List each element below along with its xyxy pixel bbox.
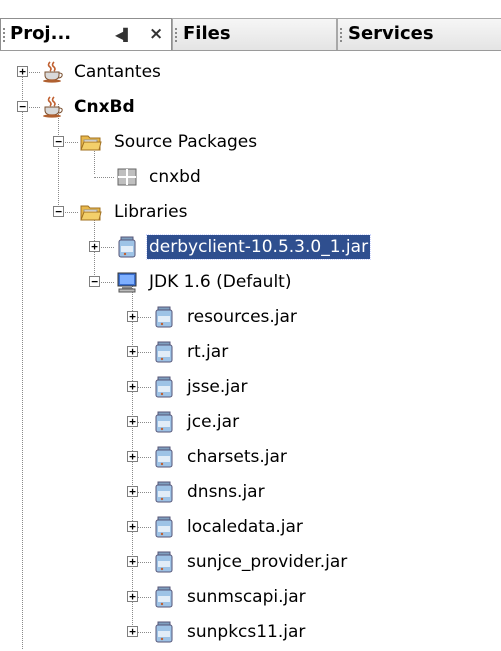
tree-node-jce-jar[interactable]: + jce.jar	[0, 405, 501, 440]
jar-icon	[116, 236, 138, 258]
tab-projects-label: Proj...	[10, 23, 72, 44]
expand-toggle[interactable]: +	[127, 626, 138, 637]
drag-grip[interactable]	[340, 28, 342, 42]
project-tree: + Cantantes − CnxBd − Source Packages cnxb…	[0, 52, 501, 651]
tree-node-sunjce-provider-jar[interactable]: + sunjce_provider.jar	[0, 545, 501, 580]
tree-node-label[interactable]: derbyclient-10.5.3.0_1.jar	[145, 234, 372, 260]
tree-node-label[interactable]: Libraries	[112, 200, 189, 224]
collapse-toggle[interactable]: −	[89, 276, 100, 287]
tab-services[interactable]: Services	[337, 18, 501, 50]
jar-icon	[153, 481, 175, 503]
expand-toggle[interactable]: +	[127, 591, 138, 602]
expand-toggle[interactable]: +	[127, 556, 138, 567]
collapse-toggle[interactable]: −	[53, 206, 64, 217]
collapse-toggle[interactable]: −	[17, 101, 28, 112]
jar-icon	[153, 551, 175, 573]
tree-guide-horizontal	[94, 177, 114, 178]
drag-grip[interactable]	[3, 28, 5, 42]
tree-node-charsets-jar[interactable]: + charsets.jar	[0, 440, 501, 475]
expand-toggle[interactable]: +	[127, 381, 138, 392]
expand-toggle[interactable]: +	[127, 451, 138, 462]
tree-node-label[interactable]: charsets.jar	[185, 445, 289, 469]
tree-node-label[interactable]: CnxBd	[72, 95, 137, 119]
minimize-window-button[interactable]: ◀▌	[115, 20, 132, 50]
jar-icon	[153, 621, 175, 643]
collapse-toggle[interactable]: −	[53, 136, 64, 147]
jar-icon	[153, 306, 175, 328]
tree-node-label[interactable]: sunjce_provider.jar	[185, 550, 349, 574]
tree-node-label[interactable]: Source Packages	[112, 130, 259, 154]
tree-node-label[interactable]: rt.jar	[185, 340, 230, 364]
tab-files[interactable]: Files	[172, 18, 337, 50]
tree-node-rt-jar[interactable]: + rt.jar	[0, 335, 501, 370]
tree-node-label[interactable]: cnxbd	[147, 165, 203, 189]
tree-node-label[interactable]: jce.jar	[185, 410, 241, 434]
tree-node-source-packages[interactable]: − Source Packages	[0, 125, 501, 160]
tab-services-label: Services	[348, 23, 434, 44]
expand-toggle[interactable]: +	[127, 346, 138, 357]
jar-icon	[153, 411, 175, 433]
expand-toggle[interactable]: +	[17, 66, 28, 77]
tree-node-localedata-jar[interactable]: + localedata.jar	[0, 510, 501, 545]
coffee-cup-icon	[42, 61, 64, 83]
tree-node-libraries[interactable]: − Libraries	[0, 195, 501, 230]
tab-bar: Proj... ◀▌ × Files Services	[0, 0, 501, 51]
tree-node-sunmscapi-jar[interactable]: + sunmscapi.jar	[0, 580, 501, 615]
jar-icon	[153, 516, 175, 538]
tree-node-derbyclient-10-5-3-0-1-jar[interactable]: + derbyclient-10.5.3.0_1.jar	[0, 230, 501, 265]
jar-icon	[153, 376, 175, 398]
tree-node-cnxbd[interactable]: − CnxBd	[0, 90, 501, 125]
tree-node-sunpkcs11-jar[interactable]: + sunpkcs11.jar	[0, 615, 501, 650]
close-tab-button[interactable]: ×	[149, 19, 163, 49]
tree-node-label[interactable]: Cantantes	[72, 60, 163, 84]
expand-toggle[interactable]: +	[127, 521, 138, 532]
tree-node-dnsns-jar[interactable]: + dnsns.jar	[0, 475, 501, 510]
tree-node-cantantes[interactable]: + Cantantes	[0, 55, 501, 90]
jar-icon	[153, 446, 175, 468]
tree-node-label[interactable]: JDK 1.6 (Default)	[147, 270, 293, 294]
tree-node-cnxbd[interactable]: cnxbd	[0, 160, 501, 195]
expand-toggle[interactable]: +	[127, 486, 138, 497]
tree-node-label[interactable]: localedata.jar	[185, 515, 305, 539]
tree-node-jdk-1-6-default[interactable]: − JDK 1.6 (Default)	[0, 265, 501, 300]
jar-icon	[153, 586, 175, 608]
tree-node-label[interactable]: sunpkcs11.jar	[185, 620, 307, 644]
tree-node-label[interactable]: dnsns.jar	[185, 480, 267, 504]
tab-projects[interactable]: Proj... ◀▌ ×	[0, 18, 172, 50]
coffee-cup-icon	[42, 96, 64, 118]
computer-icon	[116, 271, 138, 293]
expand-toggle[interactable]: +	[89, 241, 100, 252]
folder-icon	[80, 131, 102, 153]
expand-toggle[interactable]: +	[127, 311, 138, 322]
tree-node-label[interactable]: sunmscapi.jar	[185, 585, 308, 609]
tree-node-jsse-jar[interactable]: + jsse.jar	[0, 370, 501, 405]
jar-icon	[153, 341, 175, 363]
tab-files-label: Files	[183, 23, 231, 44]
folder-icon	[80, 201, 102, 223]
expand-toggle[interactable]: +	[127, 416, 138, 427]
tree-node-resources-jar[interactable]: + resources.jar	[0, 300, 501, 335]
drag-grip[interactable]	[175, 28, 177, 42]
tree-node-label[interactable]: jsse.jar	[185, 375, 249, 399]
tree-node-label[interactable]: resources.jar	[185, 305, 299, 329]
package-icon	[116, 166, 138, 188]
